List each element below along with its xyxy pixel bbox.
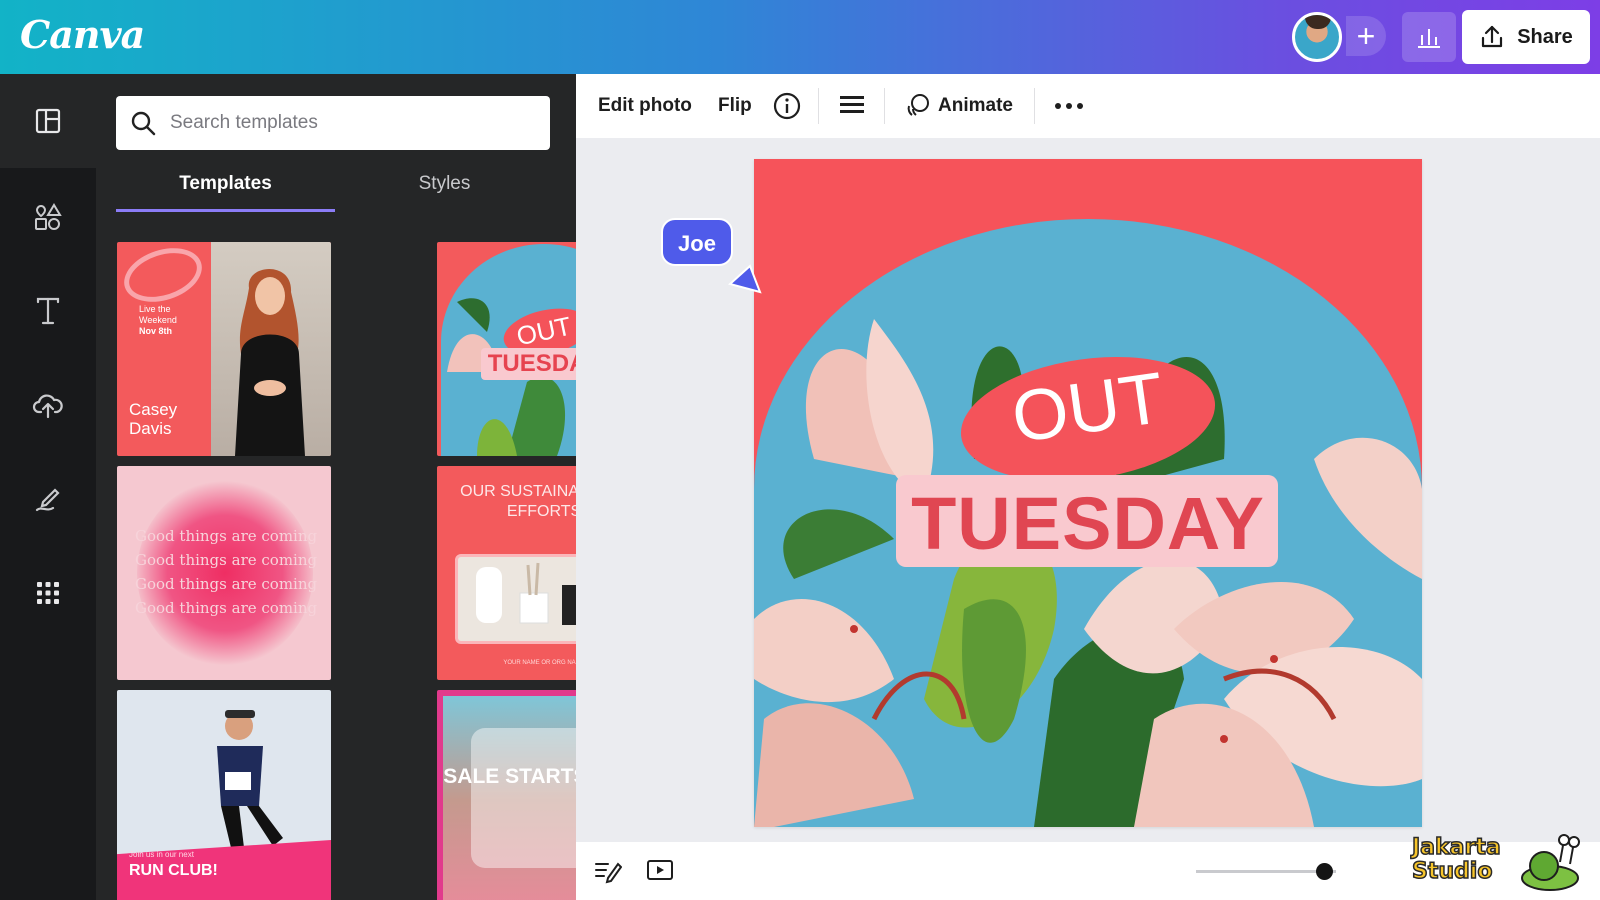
template-small-text: Join us in our next	[129, 850, 194, 859]
watermark-line: Studio	[1411, 859, 1493, 885]
animate-label: Animate	[938, 95, 1013, 116]
snail-mascot-icon	[1521, 834, 1580, 891]
animate-icon	[907, 94, 929, 116]
template-line: Weekend	[139, 315, 177, 325]
share-label: Share	[1517, 25, 1573, 48]
sidebar-item-design[interactable]	[0, 74, 96, 168]
lines-icon	[840, 96, 864, 113]
zoom-slider-track[interactable]	[1196, 870, 1336, 873]
info-icon	[773, 92, 801, 120]
toolbar-divider	[818, 88, 819, 124]
cursor-pointer-icon	[728, 264, 762, 294]
upload-icon	[1482, 25, 1503, 48]
toolbar-divider	[884, 88, 885, 124]
text-icon	[36, 297, 60, 325]
sidebar-item-elements[interactable]	[0, 170, 96, 264]
more-dots-icon	[1055, 103, 1083, 109]
elements-icon	[35, 203, 62, 230]
template-card-casey-davis[interactable]: Live the Weekend Nov 8th Casey Davis	[117, 242, 331, 456]
layout-icon	[35, 108, 61, 134]
sidebar-item-uploads[interactable]	[0, 358, 96, 452]
zoom-slider-handle[interactable]	[1316, 863, 1333, 880]
info-button[interactable]	[772, 74, 802, 138]
tab-styles[interactable]: Styles	[335, 156, 554, 212]
animate-button[interactable]: Animate	[904, 74, 1013, 138]
play-screen-icon	[647, 860, 673, 880]
notes-icon	[595, 862, 623, 884]
template-line: Good things are coming	[135, 599, 318, 617]
user-avatar[interactable]	[1292, 12, 1342, 62]
edit-photo-button[interactable]: Edit photo	[598, 74, 692, 138]
top-bar: Canva + Share	[0, 0, 1600, 74]
more-options-button[interactable]	[1054, 74, 1084, 138]
watermark-line: Jakarta	[1411, 835, 1501, 861]
notes-button[interactable]	[594, 858, 623, 889]
insights-button[interactable]	[1402, 12, 1456, 62]
flip-button[interactable]: Flip	[718, 74, 752, 138]
woman-portrait-image	[235, 269, 305, 456]
share-button[interactable]: Share	[1462, 10, 1590, 64]
bar-chart-icon	[1418, 29, 1440, 48]
template-line: Good things are coming	[135, 551, 318, 569]
watermark-text: Jakarta Studio	[1411, 835, 1501, 885]
template-line: Live the	[139, 304, 171, 314]
draw-icon	[35, 488, 60, 512]
apps-grid-icon	[37, 582, 59, 604]
present-button[interactable]	[646, 858, 674, 889]
add-collaborator-button[interactable]: +	[1346, 16, 1386, 56]
template-small-text: Live the Weekend Nov 8th	[139, 304, 199, 337]
sidebar-item-apps[interactable]	[0, 546, 96, 640]
search-box[interactable]	[116, 96, 550, 150]
toolbar-divider	[1034, 88, 1035, 124]
template-line: Nov 8th	[139, 326, 173, 336]
canva-editor: Canva + Share Search templates Templates…	[0, 0, 1600, 900]
runner-image	[217, 710, 283, 856]
template-name: Casey Davis	[129, 400, 178, 438]
collaborator-tag: Joe	[661, 218, 733, 266]
canva-logo[interactable]: Canva	[20, 12, 145, 57]
design-title-bottom[interactable]: TUESDAY	[754, 481, 1422, 566]
decorative-swirl	[117, 242, 209, 312]
template-label: RUN CLUB!	[129, 862, 218, 879]
jakarta-studio-watermark: Jakarta Studio	[1411, 832, 1592, 896]
panel-tabs: Templates Styles	[116, 156, 554, 212]
template-text-lines: Good things are coming Good things are c…	[135, 524, 317, 620]
template-line: Good things are coming	[135, 527, 318, 545]
templates-panel: Templates Styles Live the Weekend Nov 8t…	[96, 74, 651, 900]
tab-templates[interactable]: Templates	[116, 156, 335, 212]
sidebar-item-draw[interactable]	[0, 452, 96, 546]
sidebar-item-text[interactable]	[0, 264, 96, 358]
side-rail	[0, 74, 96, 900]
template-card-run-club[interactable]: Join us in our next RUN CLUB!	[117, 690, 331, 900]
template-card-good-things[interactable]: Good things are coming Good things are c…	[117, 466, 331, 680]
design-canvas[interactable]: OUT TUESDAY	[754, 159, 1422, 827]
template-line: Good things are coming	[135, 575, 318, 593]
search-input[interactable]	[170, 112, 530, 134]
context-toolbar: Edit photo Flip Animate	[576, 74, 1600, 138]
position-button[interactable]	[838, 74, 866, 138]
search-icon	[131, 111, 156, 136]
upload-cloud-icon	[32, 394, 63, 419]
